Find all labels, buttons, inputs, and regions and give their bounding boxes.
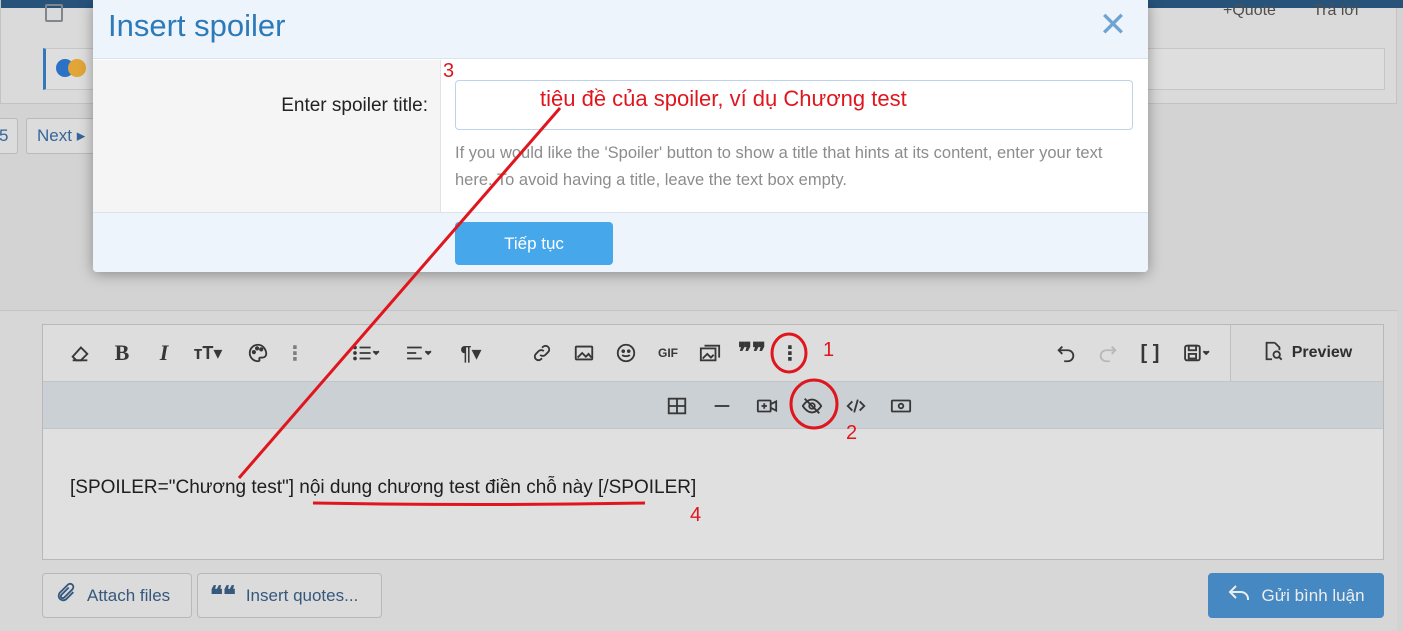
dialog-footer: Tiếp tục	[93, 212, 1148, 272]
label-column: Enter spoiler title:	[93, 60, 441, 212]
continue-button[interactable]: Tiếp tục	[455, 222, 613, 265]
annotation-step-3: 3	[443, 60, 455, 82]
close-icon[interactable]: ✕	[1096, 8, 1130, 42]
spoiler-title-hint: If you would like the 'Spoiler' button t…	[455, 144, 1103, 189]
insert-spoiler-dialog: Insert spoiler ✕ Enter spoiler title: If…	[93, 0, 1148, 272]
annotation-step-1: 1	[823, 339, 835, 361]
spoiler-title-label: Enter spoiler title:	[281, 95, 428, 116]
dialog-header: Insert spoiler ✕	[93, 0, 1148, 59]
annotation-step-2: 2	[846, 422, 858, 444]
dialog-title: Insert spoiler	[108, 8, 286, 43]
annotation-title-example: tiêu đề của spoiler, ví dụ Chương test	[540, 86, 907, 111]
annotation-step-4: 4	[690, 504, 702, 526]
